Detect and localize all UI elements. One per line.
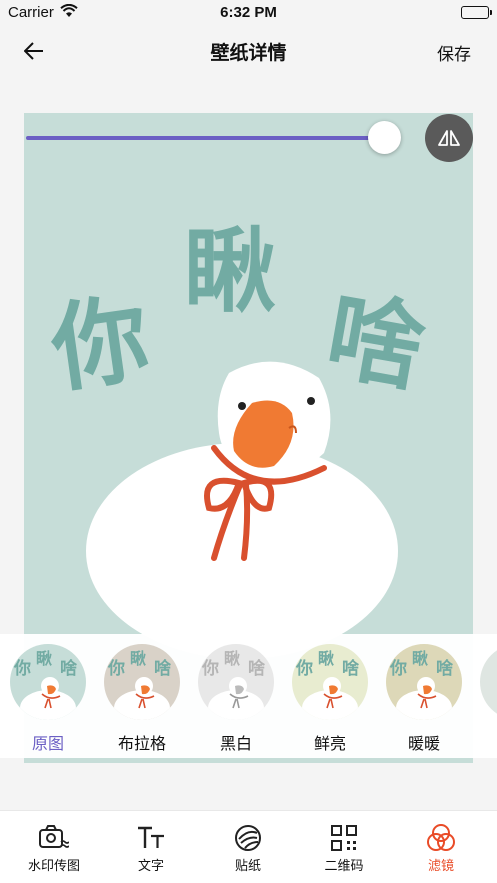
intensity-slider-track[interactable] (26, 136, 386, 140)
tab-watermark[interactable]: 水印传图 (9, 823, 99, 874)
tab-label: 水印传图 (27, 859, 80, 874)
svg-text:瞅: 瞅 (36, 649, 52, 668)
svg-text:啥: 啥 (436, 658, 454, 679)
filter-item-warm[interactable]: 你瞅啥 暖暖 (386, 644, 462, 754)
filter-item-partial[interactable] (480, 644, 497, 720)
status-bar: Carrier 6:32 PM (0, 0, 497, 26)
clock: 6:32 PM (220, 4, 277, 21)
compare-button[interactable] (425, 114, 473, 162)
navigation-bar: 壁纸详情 保存 (0, 26, 497, 76)
svg-text:瞅: 瞅 (412, 649, 428, 668)
svg-text:瞅: 瞅 (130, 649, 146, 668)
svg-text:瞅: 瞅 (224, 649, 240, 668)
bottom-toolbar: 水印传图 文字 贴纸 二维码 滤镜 (0, 810, 497, 883)
filter-label: 暖暖 (407, 734, 440, 753)
filter-thumbnail: 你瞅啥 (198, 644, 274, 720)
tab-label: 滤镜 (427, 859, 454, 874)
tab-qr-code[interactable]: 二维码 (299, 823, 389, 874)
svg-text:啥: 啥 (248, 658, 266, 679)
filter-strip: 你瞅啥 原图 你瞅啥 布拉格 你瞅啥 黑白 你瞅啥 鲜亮 你瞅啥 暖暖 (0, 634, 497, 758)
tab-filter[interactable]: 滤镜 (396, 823, 486, 874)
svg-text:你: 你 (13, 658, 31, 679)
filter-thumbnail: 你瞅啥 (10, 644, 86, 720)
svg-text:啥: 啥 (60, 658, 78, 679)
filter-label: 原图 (31, 734, 64, 753)
headline-char-3: 啥 (318, 279, 432, 406)
svg-text:啥: 啥 (154, 658, 172, 679)
svg-text:啥: 啥 (342, 658, 360, 679)
svg-text:你: 你 (201, 658, 219, 679)
svg-text:瞅: 瞅 (318, 649, 334, 668)
filter-icon (396, 823, 486, 853)
save-button[interactable]: 保存 (437, 40, 471, 65)
tab-label: 文字 (137, 859, 164, 874)
tab-text[interactable]: 文字 (106, 823, 196, 874)
intensity-slider-thumb[interactable] (368, 121, 401, 154)
qr-code-icon (299, 823, 389, 853)
headline-char-1: 你 (44, 282, 156, 406)
text-icon (106, 823, 196, 853)
page-title: 壁纸详情 (210, 42, 287, 64)
filter-item-original[interactable]: 你瞅啥 原图 (10, 644, 86, 754)
filter-thumbnail: 你瞅啥 (292, 644, 368, 720)
filter-label: 鲜亮 (313, 734, 346, 753)
filter-thumbnail (480, 644, 497, 720)
tab-label: 贴纸 (234, 859, 261, 874)
svg-text:你: 你 (107, 658, 125, 679)
svg-text:你: 你 (295, 658, 313, 679)
filter-item-mono[interactable]: 你瞅啥 黑白 (198, 644, 274, 754)
filter-thumbnail: 你瞅啥 (104, 644, 180, 720)
filter-label: 布拉格 (117, 734, 166, 753)
filter-item-vivid[interactable]: 你瞅啥 鲜亮 (292, 644, 368, 754)
sticker-icon (203, 823, 293, 853)
battery-icon (461, 6, 492, 19)
compare-icon (438, 130, 460, 146)
camera-watermark-icon (9, 823, 99, 853)
filter-item-prague[interactable]: 你瞅啥 布拉格 (104, 644, 180, 754)
tab-sticker[interactable]: 贴纸 (203, 823, 293, 874)
svg-text:你: 你 (389, 658, 407, 679)
filter-label: 黑白 (219, 734, 252, 753)
tab-label: 二维码 (324, 859, 364, 874)
filter-thumbnail: 你瞅啥 (386, 644, 462, 720)
headline-char-2: 瞅 (184, 218, 276, 325)
